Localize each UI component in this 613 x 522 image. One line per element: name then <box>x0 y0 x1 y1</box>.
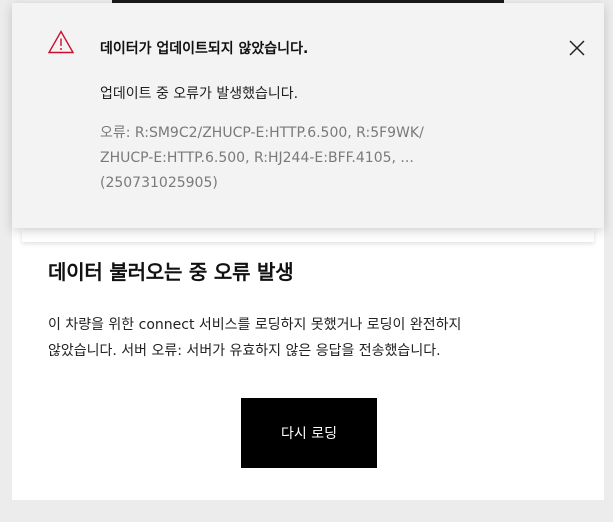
error-detail-line-2: ZHUCP-E:HTTP.6.500, R:HJ244-E:BFF.4105, … <box>100 150 414 166</box>
notification-title: 데이터가 업데이트되지 않았습니다. <box>100 41 309 57</box>
error-message-line-2: 않았습니다. 서버 오류: 서버가 유효하지 않은 응답을 전송했습니다. <box>48 343 441 359</box>
error-detail-line-3: (250731025905) <box>100 175 218 191</box>
error-card-title: 데이터 불러오는 중 오류 발생 <box>48 260 294 284</box>
error-card-message: 이 차량을 위한 connect 서비스를 로딩하지 못했거나 로딩이 완전하지… <box>48 312 568 364</box>
warning-icon <box>47 30 75 54</box>
error-detail-line-1: 오류: R:SM9C2/ZHUCP-E:HTTP.6.500, R:5F9WK/ <box>100 125 424 141</box>
error-message-line-1: 이 차량을 위한 connect 서비스를 로딩하지 못했거나 로딩이 완전하지 <box>48 317 462 333</box>
notification-subtitle: 업데이트 중 오류가 발생했습니다. <box>100 86 299 102</box>
notification-error-detail: 오류: R:SM9C2/ZHUCP-E:HTTP.6.500, R:5F9WK/… <box>100 121 520 196</box>
reload-button[interactable]: 다시 로딩 <box>241 398 377 468</box>
error-notification: 데이터가 업데이트되지 않았습니다. 업데이트 중 오류가 발생했습니다. 오류… <box>12 3 604 228</box>
close-icon[interactable] <box>566 37 588 59</box>
card-divider <box>22 230 594 242</box>
